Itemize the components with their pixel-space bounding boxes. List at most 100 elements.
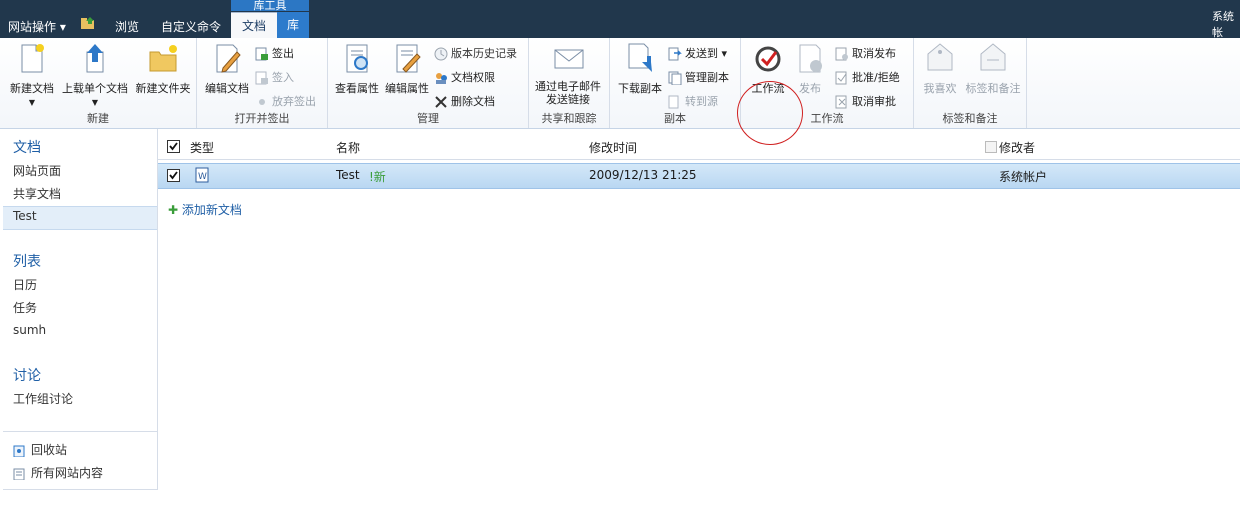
library-tools-label: 库工具	[231, 0, 309, 11]
download-copy-button[interactable]: 下载副本	[614, 42, 666, 96]
manage-copies-button[interactable]: 管理副本	[668, 69, 729, 86]
check-out-icon	[255, 47, 269, 61]
new-folder-label: 新建文件夹	[135, 82, 191, 95]
add-new-document-label: 添加新文档	[181, 203, 242, 217]
upload-document-button[interactable]: 上载单个文档 ▼	[60, 42, 130, 107]
modified-by-user[interactable]: 系统帐户	[999, 168, 1047, 185]
publish-button[interactable]: 发布	[791, 42, 829, 96]
navigate-up-icon[interactable]	[80, 16, 96, 33]
view-properties-button[interactable]: 查看属性	[332, 42, 382, 96]
nav-item-shared-documents[interactable]: 共享文档	[13, 185, 61, 202]
browse-tab[interactable]: 浏览	[115, 18, 139, 35]
cancel-approval-button[interactable]: 取消审批	[835, 93, 896, 109]
all-site-content-label: 所有网站内容	[31, 466, 104, 480]
version-history-button[interactable]: 版本历史记录	[434, 45, 517, 61]
email-link-button[interactable]: 通过电子邮件发送链接	[533, 42, 605, 106]
new-document-button[interactable]: 新建文档 ▼	[6, 42, 58, 107]
all-content-icon	[13, 468, 25, 480]
i-like-it-label: 我喜欢	[923, 82, 957, 95]
new-folder-button[interactable]: 新建文件夹	[132, 42, 194, 96]
site-actions-label: 网站操作	[8, 20, 57, 34]
document-permissions-button[interactable]: 文档权限	[434, 69, 495, 85]
edit-document-icon	[211, 42, 243, 74]
modified-by-label: 修改者	[999, 141, 1036, 155]
document-name-link[interactable]: Test	[336, 168, 360, 182]
new-document-icon	[16, 42, 48, 74]
edit-properties-label: 编辑属性	[385, 82, 429, 95]
select-all-checkbox[interactable]	[167, 140, 180, 153]
send-to-label: 发送到	[685, 47, 718, 60]
copies-group: 下载副本 发送到 ▾ 管理副本 转到源 副本	[610, 38, 741, 128]
new-group: 新建文档 ▼ 上载单个文档 ▼ 新建文件夹 新建	[0, 38, 197, 128]
nav-item-all-site-content[interactable]: 所有网站内容	[13, 464, 103, 481]
nav-item-site-pages[interactable]: 网站页面	[13, 162, 61, 179]
word-document-icon: W	[194, 167, 210, 186]
edit-properties-button[interactable]: 编辑属性	[382, 42, 432, 96]
column-header-type[interactable]: 类型	[190, 139, 214, 156]
nav-item-calendar[interactable]: 日历	[13, 276, 37, 293]
checkout-group-label: 打开并签出	[234, 112, 290, 125]
discard-icon	[255, 95, 269, 109]
nav-heading-documents[interactable]: 文档	[13, 137, 41, 157]
nav-item-recycle-bin[interactable]: 回收站	[13, 441, 67, 458]
document-permissions-label: 文档权限	[451, 71, 495, 84]
nav-item-test[interactable]: Test	[13, 209, 37, 223]
cancel-approval-label: 取消审批	[852, 95, 896, 108]
custom-commands-tab[interactable]: 自定义命令	[161, 18, 221, 35]
check-in-label: 签入	[272, 71, 294, 84]
column-header-name[interactable]: 名称	[336, 139, 360, 156]
tags-group: 我喜欢 标签和备注 标签和备注	[914, 38, 1027, 128]
email-icon	[553, 42, 585, 74]
nav-item-tasks[interactable]: 任务	[13, 299, 37, 316]
modified-date: 2009/12/13 21:25	[589, 168, 697, 182]
quick-launch: 文档 网站页面 共享文档 Test 列表 日历 任务 sumh 讨论 工作组讨论…	[3, 129, 158, 490]
tab-documents[interactable]: 文档	[231, 12, 277, 39]
nav-item-sumh[interactable]: sumh	[13, 323, 46, 337]
nav-heading-lists[interactable]: 列表	[13, 251, 41, 271]
check-in-button[interactable]: 签入	[255, 69, 294, 85]
view-properties-label: 查看属性	[335, 82, 379, 95]
user-menu[interactable]: 系统帐	[1212, 8, 1240, 40]
new-document-label: 新建文档	[10, 82, 54, 95]
publish-icon	[794, 42, 826, 74]
tags-notes-icon	[977, 42, 1009, 74]
row-checkbox[interactable]	[167, 169, 180, 182]
go-to-source-label: 转到源	[685, 95, 718, 108]
add-icon: ✚	[168, 203, 179, 217]
checkout-group: 编辑文档 签出 签入 放弃签出 打开并签出	[197, 38, 328, 128]
upload-document-label: 上载单个文档	[62, 82, 128, 95]
edit-document-button[interactable]: 编辑文档	[201, 42, 253, 96]
i-like-it-button[interactable]: 我喜欢	[918, 42, 962, 96]
nav-heading-discussions[interactable]: 讨论	[13, 365, 41, 385]
table-row[interactable]: W Test !新 2009/12/13 21:25 系统帐户	[158, 163, 1240, 189]
tab-library[interactable]: 库	[277, 12, 309, 38]
unpublish-button[interactable]: 取消发布	[835, 45, 896, 61]
version-history-label: 版本历史记录	[451, 47, 517, 60]
new-folder-icon	[147, 42, 179, 74]
send-to-icon	[668, 47, 682, 61]
email-link-label: 通过电子邮件发送链接	[535, 80, 601, 106]
manage-copies-label: 管理副本	[685, 71, 729, 84]
download-copy-label: 下载副本	[618, 82, 662, 95]
approve-reject-label: 批准/拒绝	[852, 71, 900, 84]
tags-group-label: 标签和备注	[942, 112, 998, 125]
approve-reject-button[interactable]: 批准/拒绝	[835, 69, 900, 85]
discard-checkout-button[interactable]: 放弃签出	[255, 93, 316, 109]
view-properties-icon	[341, 42, 373, 74]
like-tag-icon	[924, 42, 956, 74]
column-header-modified[interactable]: 修改时间	[589, 139, 637, 156]
add-new-document-link[interactable]: ✚ 添加新文档	[168, 201, 242, 218]
column-header-modified-by[interactable]: 修改者	[985, 139, 1035, 156]
send-to-button[interactable]: 发送到 ▾	[668, 45, 727, 61]
delete-icon	[434, 95, 448, 109]
go-to-source-button[interactable]: 转到源	[668, 93, 718, 109]
ribbon: 新建文档 ▼ 上载单个文档 ▼ 新建文件夹 新建 编辑文档 签出 签入 放弃签出	[0, 38, 1240, 145]
nav-item-team-discussion[interactable]: 工作组讨论	[13, 390, 73, 407]
site-actions-menu[interactable]: 网站操作 ▾	[8, 18, 66, 35]
svg-text:W: W	[198, 172, 207, 182]
tags-notes-button[interactable]: 标签和备注	[962, 42, 1024, 96]
permissions-icon	[434, 71, 448, 85]
delete-document-button[interactable]: 删除文档	[434, 93, 495, 109]
check-out-button[interactable]: 签出	[255, 45, 294, 61]
manage-group: 查看属性 编辑属性 版本历史记录 文档权限 删除文档 管理	[328, 38, 529, 128]
